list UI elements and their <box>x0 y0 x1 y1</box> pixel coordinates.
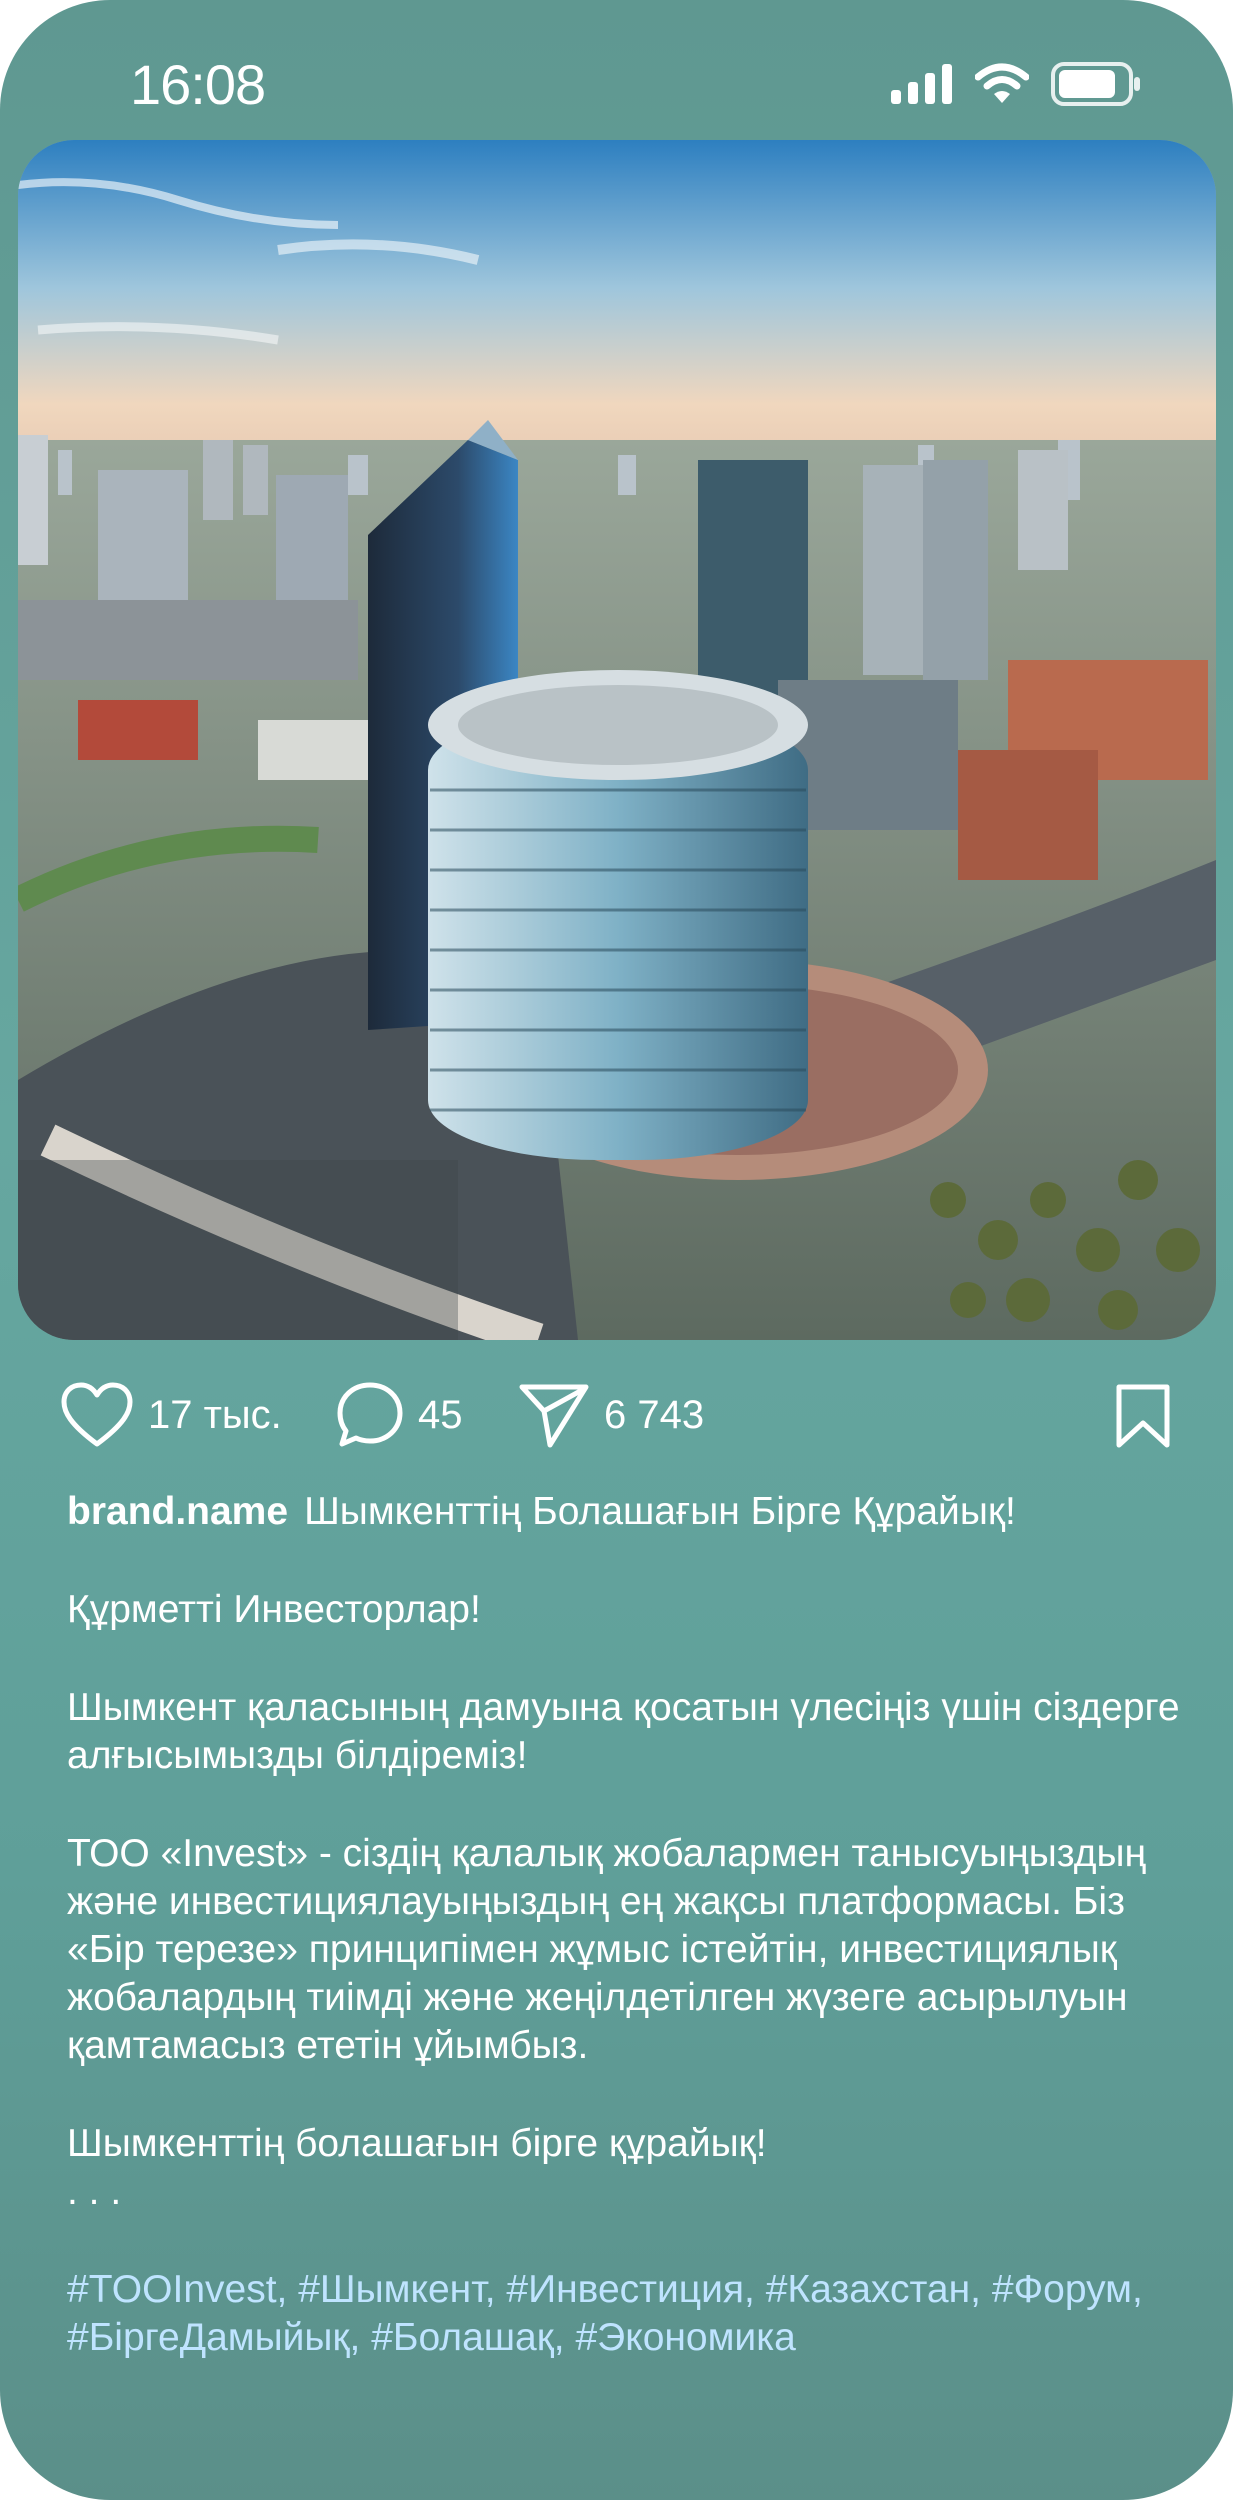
caption-paragraph: Шымкенттің болашағын бірге құрайық! <box>67 2122 767 2165</box>
post-caption: brand.name Шымкенттің Болашағын Бірге Құр… <box>67 1488 1187 2362</box>
comment-bubble-icon <box>337 1382 403 1447</box>
like-button[interactable]: 17 тыс. <box>60 1375 282 1455</box>
caption-paragraph: Құрметті Инвесторлар! <box>67 1588 481 1631</box>
share-count: 6 743 <box>604 1392 705 1437</box>
caption-paragraph: ТОО «Invest» - сіздің қалалық жобалармен… <box>67 1832 1147 2067</box>
caption-headline-line: brand.name Шымкенттің Болашағын Бірге Құр… <box>67 1488 1187 1536</box>
cellular-signal-icon <box>891 64 952 104</box>
wifi-icon <box>975 63 1029 103</box>
comment-count: 45 <box>418 1392 463 1437</box>
like-count: 17 тыс. <box>148 1392 282 1437</box>
paper-plane-icon <box>519 1384 589 1448</box>
caption-paragraph: Шымкент қаласының дамуына қосатын үлесің… <box>67 1686 1180 1777</box>
bookmark-icon <box>1116 1384 1170 1448</box>
caption-hashtags[interactable]: #TOOInvest, #Шымкент, #Инвестиция, #Каза… <box>67 2266 1187 2362</box>
heart-icon <box>61 1382 133 1447</box>
battery-icon <box>1051 62 1140 106</box>
status-icons <box>891 62 1143 106</box>
post-actions-bar: 17 тыс. 45 6 743 <box>0 1375 1233 1455</box>
phone-screen: 16:08 17 тыс. 45 6 743 brand.name Шымкен… <box>0 0 1233 2500</box>
save-button[interactable] <box>1113 1383 1173 1454</box>
city-photo-image <box>18 140 1216 1340</box>
author-username[interactable]: brand.name <box>67 1490 288 1533</box>
caption-more[interactable]: . . . <box>67 2168 1187 2216</box>
comment-button[interactable]: 45 <box>336 1375 463 1455</box>
status-bar: 16:08 <box>0 0 1233 140</box>
caption-headline: Шымкенттің Болашағын Бірге Құрайық! <box>304 1490 1016 1533</box>
status-time: 16:08 <box>130 53 266 116</box>
post-photo <box>18 140 1216 1340</box>
share-button[interactable]: 6 743 <box>518 1375 704 1455</box>
